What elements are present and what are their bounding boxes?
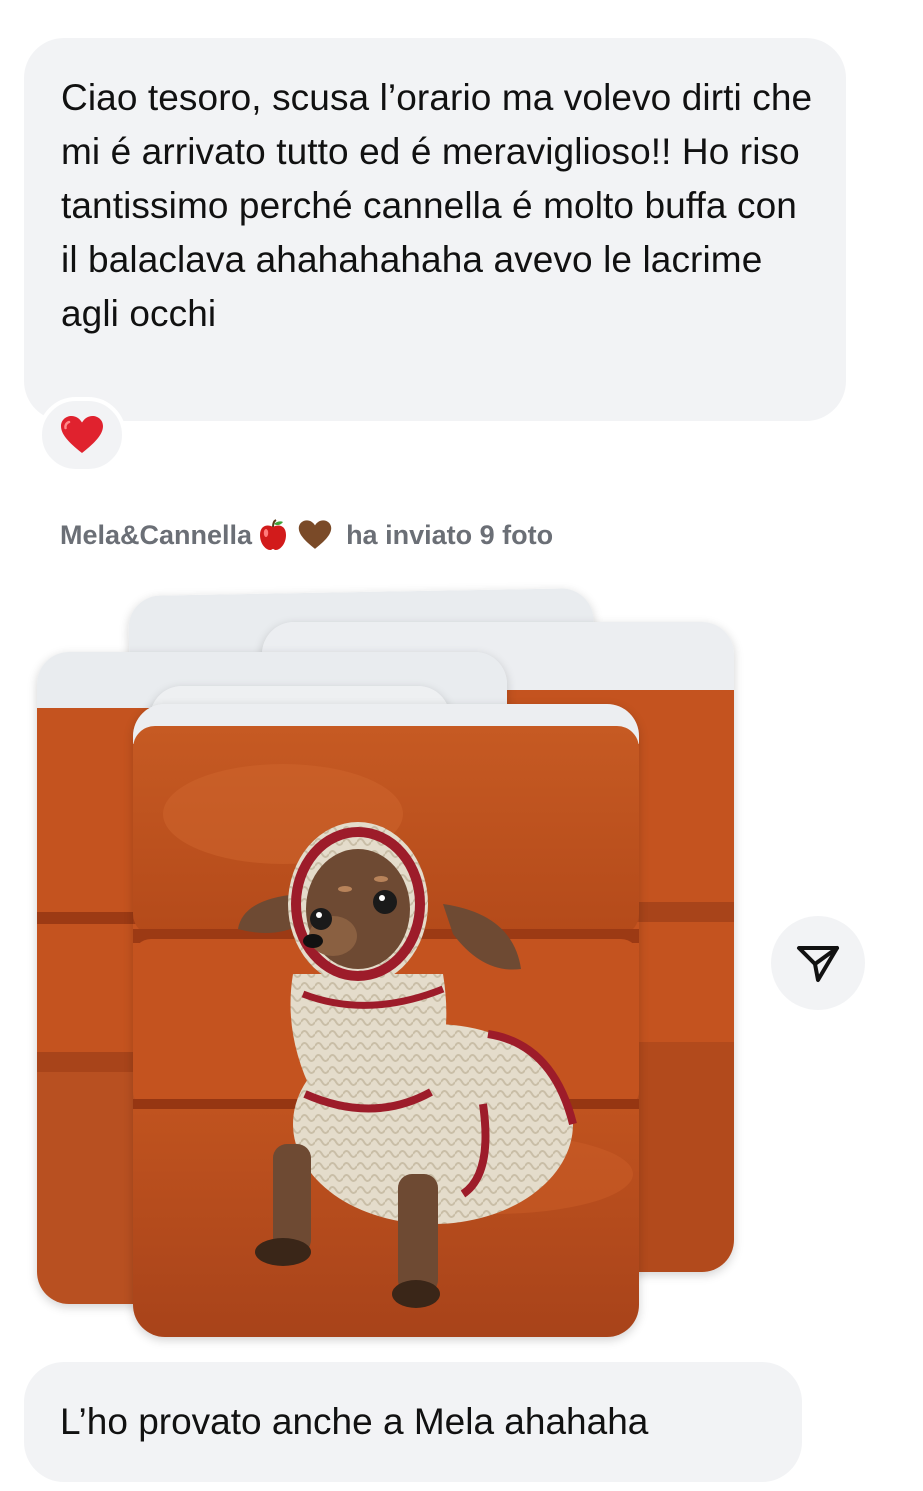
photo-main[interactable]	[133, 704, 639, 1337]
dog-photo	[133, 704, 639, 1337]
share-send-icon	[797, 946, 839, 982]
photo-stack[interactable]	[0, 0, 923, 1491]
message-bubble-incoming[interactable]: L’ho provato anche a Mela ahahaha	[24, 1362, 802, 1482]
share-button[interactable]	[771, 916, 865, 1010]
message-text: L’ho provato anche a Mela ahahaha	[60, 1401, 649, 1442]
